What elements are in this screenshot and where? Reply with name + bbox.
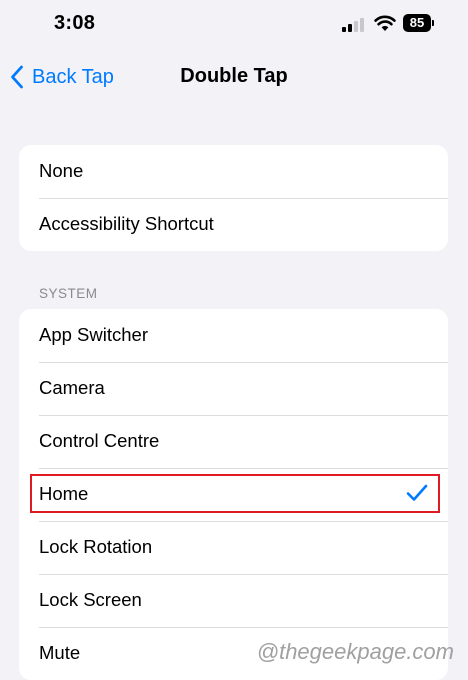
option-row-none[interactable]: None (19, 145, 448, 198)
option-label: None (39, 160, 84, 181)
option-label: Camera (39, 377, 105, 398)
back-button-label: Back Tap (32, 65, 114, 88)
chevron-left-icon (11, 65, 23, 89)
battery-icon: 85 (403, 14, 431, 32)
checkmark-icon (406, 484, 428, 501)
cellular-signal-icon (342, 16, 366, 32)
status-bar: 3:08 85 (0, 0, 468, 48)
options-group-general: None Accessibility Shortcut (19, 145, 448, 251)
option-label: Accessibility Shortcut (39, 213, 214, 234)
option-label: Control Centre (39, 430, 160, 451)
battery-nub (432, 20, 434, 26)
watermark: @thegeekpage.com (256, 639, 454, 664)
wifi-icon (374, 15, 396, 31)
option-row-lock-rotation[interactable]: Lock Rotation (19, 521, 448, 574)
section-header-system: SYSTEM (39, 286, 98, 301)
option-label: Lock Rotation (39, 536, 153, 557)
option-row-lock-screen[interactable]: Lock Screen (19, 574, 448, 627)
option-row-accessibility-shortcut[interactable]: Accessibility Shortcut (19, 198, 448, 251)
options-group-system: App Switcher Camera Control Centre Home … (19, 309, 448, 680)
status-time: 3:08 (54, 12, 96, 34)
option-row-app-switcher[interactable]: App Switcher (19, 309, 448, 362)
option-label: Lock Screen (39, 589, 142, 610)
option-label: App Switcher (39, 324, 148, 345)
option-row-control-centre[interactable]: Control Centre (19, 415, 448, 468)
navigation-bar: Back Tap Double Tap (0, 56, 468, 98)
option-label: Home (39, 483, 89, 504)
option-row-camera[interactable]: Camera (19, 362, 448, 415)
option-row-home[interactable]: Home (19, 468, 448, 521)
back-button[interactable]: Back Tap (10, 62, 114, 92)
option-label: Mute (39, 642, 81, 663)
